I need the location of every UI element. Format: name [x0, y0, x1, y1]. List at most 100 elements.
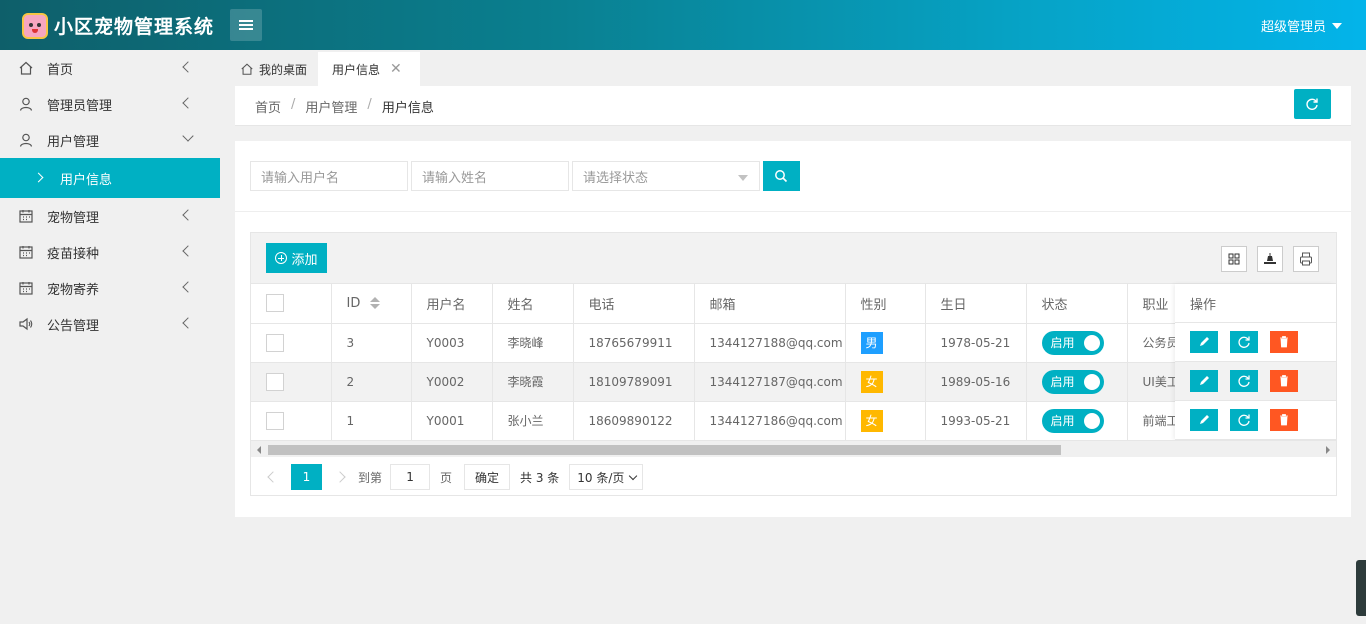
cell-gender: 男: [845, 323, 926, 363]
breadcrumb-separator: /: [291, 97, 296, 112]
table-row: 1 Y0001 张小兰 18609890122 1344127186@qq.co…: [251, 401, 1180, 441]
scrollbar-thumb[interactable]: [268, 445, 1061, 455]
delete-button[interactable]: [1270, 409, 1298, 431]
sidebar-item-home[interactable]: 首页: [0, 50, 220, 86]
column-header-id[interactable]: ID: [331, 284, 412, 324]
current-page-button[interactable]: 1: [291, 464, 322, 490]
row-checkbox[interactable]: [266, 333, 284, 352]
row-checkbox[interactable]: [266, 372, 284, 391]
row-select-cell: [251, 323, 332, 363]
status-toggle[interactable]: 启用: [1041, 369, 1104, 394]
cell-job: 前端工: [1127, 401, 1180, 441]
sidebar-item-notice[interactable]: 公告管理: [0, 306, 220, 342]
total-count: 共 3 条: [520, 470, 560, 485]
sidebar-subitem-user-info[interactable]: 用户信息: [0, 158, 220, 198]
page-size-select[interactable]: 10 条/页: [569, 464, 644, 490]
scroll-right-arrow-icon[interactable]: [1326, 446, 1330, 454]
user-icon: [19, 133, 33, 147]
cell-email: 1344127186@qq.com: [694, 401, 846, 441]
admin-user-icon: [19, 97, 33, 111]
cell-gender: 女: [845, 362, 926, 402]
sidebar-item-label: 管理员管理: [47, 98, 113, 114]
edit-button[interactable]: [1190, 370, 1218, 392]
sidebar-item-users[interactable]: 用户管理: [0, 122, 220, 158]
pencil-icon: [1200, 376, 1209, 385]
row-checkbox[interactable]: [266, 411, 284, 430]
reset-password-button[interactable]: [1230, 331, 1258, 353]
breadcrumb-item[interactable]: 用户管理: [305, 97, 357, 116]
reset-password-button[interactable]: [1230, 370, 1258, 392]
tab-my-desktop[interactable]: 我的桌面: [226, 52, 321, 86]
tab-label: 我的桌面: [259, 62, 308, 77]
caret-down-icon: [1332, 22, 1342, 29]
edit-button[interactable]: [1190, 409, 1218, 431]
username-search-input[interactable]: 请输入用户名: [250, 161, 408, 191]
main-panel: 请输入用户名 请输入姓名 请选择状态 添加 ID 用户名 姓名 电话 邮箱 性别…: [235, 141, 1351, 517]
cell-status: 启用: [1026, 323, 1128, 363]
row-actions: [1175, 401, 1336, 440]
select-all-checkbox[interactable]: [266, 294, 284, 313]
calendar-icon: [19, 246, 33, 259]
tab-user-info[interactable]: 用户信息 ✕: [318, 52, 420, 86]
cell-id: 3: [331, 323, 412, 363]
add-user-button[interactable]: 添加: [266, 243, 327, 273]
row-actions: [1175, 323, 1336, 362]
page-number-input[interactable]: 1: [390, 464, 431, 490]
status-select[interactable]: 请选择状态: [572, 161, 760, 191]
trash-icon: [1280, 414, 1288, 426]
row-select-cell: [251, 362, 332, 402]
chevron-left-icon: [182, 61, 194, 73]
column-header-status: 状态: [1026, 284, 1128, 324]
gender-badge: 女: [860, 409, 883, 432]
next-page-icon[interactable]: [334, 471, 346, 483]
sidebar-item-vaccine[interactable]: 疫苗接种: [0, 234, 220, 270]
cell-name: 李晓峰: [492, 323, 574, 363]
chevron-left-icon: [182, 281, 194, 293]
side-widget[interactable]: [1356, 560, 1366, 616]
status-toggle[interactable]: 启用: [1041, 330, 1104, 355]
chevron-left-icon: [182, 317, 194, 329]
search-button[interactable]: [763, 161, 800, 191]
user-menu[interactable]: 超级管理员: [1261, 16, 1342, 35]
print-button[interactable]: [1293, 246, 1319, 272]
cell-email: 1344127188@qq.com: [694, 323, 846, 363]
column-header-gender: 性别: [845, 284, 926, 324]
sort-icon[interactable]: [370, 297, 381, 310]
export-button[interactable]: [1257, 246, 1283, 272]
page-unit-label: 页: [440, 470, 453, 485]
scroll-left-arrow-icon[interactable]: [257, 446, 261, 454]
sidebar-item-pets[interactable]: 宠物管理: [0, 198, 220, 234]
sidebar: 首页 管理员管理 用户管理 用户信息 宠物管理 疫苗接种 宠物寄养 公告管理: [0, 50, 220, 624]
status-toggle[interactable]: 启用: [1041, 408, 1104, 433]
breadcrumb-item[interactable]: 首页: [255, 97, 281, 116]
sidebar-item-admin[interactable]: 管理员管理: [0, 86, 220, 122]
close-icon[interactable]: ✕: [390, 61, 402, 77]
refresh-icon: [1306, 98, 1318, 110]
refresh-icon: [1238, 414, 1250, 426]
sidebar-item-boarding[interactable]: 宠物寄养: [0, 270, 220, 306]
search-form: 请输入用户名 请输入姓名 请选择状态: [250, 161, 800, 191]
search-icon: [775, 170, 788, 183]
delete-button[interactable]: [1270, 370, 1298, 392]
cell-birthday: 1993-05-21: [925, 401, 1027, 441]
user-table: 添加 ID 用户名 姓名 电话 邮箱 性别 生日 状态 职业 3 Y0003 李…: [250, 232, 1337, 496]
refresh-page-button[interactable]: [1294, 89, 1331, 119]
horizontal-scrollbar[interactable]: [251, 440, 1336, 457]
breadcrumb-item: 用户信息: [381, 101, 434, 116]
reset-password-button[interactable]: [1230, 409, 1258, 431]
sidebar-item-label: 疫苗接种: [47, 246, 100, 262]
app-logo[interactable]: 小区宠物管理系统: [22, 12, 214, 39]
page-size-value: 10 条/页: [577, 470, 625, 485]
export-icon: [1264, 253, 1276, 264]
gender-badge: 女: [860, 370, 883, 393]
prev-page-icon[interactable]: [267, 471, 279, 483]
app-title: 小区宠物管理系统: [54, 16, 215, 38]
menu-toggle-button[interactable]: [230, 9, 262, 41]
table-row: 3 Y0003 李晓峰 18765679911 1344127188@qq.co…: [251, 323, 1180, 363]
goto-confirm-button[interactable]: 确定: [464, 464, 511, 490]
delete-button[interactable]: [1270, 331, 1298, 353]
name-search-input[interactable]: 请输入姓名: [411, 161, 569, 191]
pencil-icon: [1200, 337, 1209, 346]
column-filter-button[interactable]: [1221, 246, 1247, 272]
edit-button[interactable]: [1190, 331, 1218, 353]
